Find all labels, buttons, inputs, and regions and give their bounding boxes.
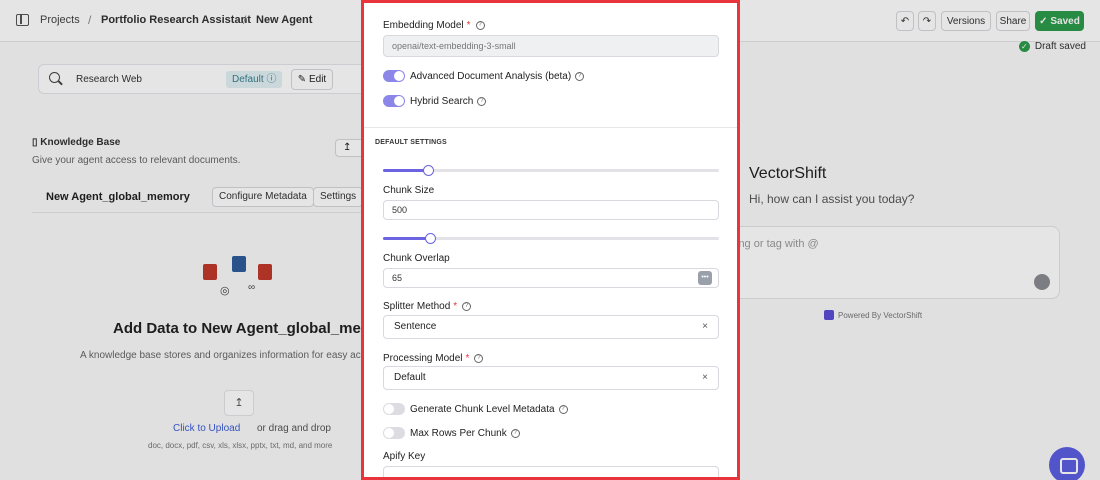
chunk-overlap-value: 65 [392, 273, 403, 283]
generate-chunk-metadata-text: Generate Chunk Level Metadata [410, 404, 555, 415]
info-icon[interactable]: ? [474, 354, 484, 363]
max-rows-per-chunk-text: Max Rows Per Chunk [410, 428, 507, 439]
generate-chunk-metadata-label: Generate Chunk Level Metadata ? [410, 404, 568, 415]
chunk-overlap-slider-thumb[interactable] [425, 233, 437, 244]
processing-model-label-text: Processing Model [383, 353, 463, 364]
embedding-model-field: openai/text-embedding-3-small [383, 35, 719, 57]
processing-model-select[interactable]: Default × [383, 366, 719, 390]
advanced-doc-analysis-text: Advanced Document Analysis (beta) [410, 71, 572, 82]
chunk-overlap-slider[interactable] [383, 233, 719, 244]
required-mark: * [465, 353, 470, 364]
section-divider [364, 127, 737, 128]
advanced-doc-analysis-label: Advanced Document Analysis (beta) ? [410, 71, 585, 82]
chunk-overlap-input[interactable]: 65 ••• [383, 268, 719, 288]
chunk-size-slider-fill [383, 169, 429, 172]
splitter-method-label: Splitter Method * ? [383, 301, 472, 312]
chunk-size-label: Chunk Size [383, 185, 435, 196]
chunk-size-slider[interactable] [383, 165, 719, 176]
embedding-model-label: Embedding Model * ? [383, 20, 485, 31]
required-mark: * [466, 20, 471, 31]
info-icon[interactable]: ? [575, 72, 585, 81]
apify-key-input[interactable] [383, 466, 719, 477]
hybrid-search-toggle[interactable] [383, 95, 405, 107]
chunk-overlap-label: Chunk Overlap [383, 253, 450, 264]
generate-chunk-metadata-toggle[interactable] [383, 403, 405, 415]
clear-icon[interactable]: × [702, 316, 708, 338]
chunk-size-slider-thumb[interactable] [423, 165, 435, 176]
info-icon[interactable]: ? [558, 405, 568, 414]
clear-icon[interactable]: × [702, 367, 708, 389]
apify-key-label: Apify Key [383, 451, 426, 462]
embedding-model-label-text: Embedding Model [383, 20, 464, 31]
info-icon[interactable]: ? [462, 302, 472, 311]
splitter-method-select[interactable]: Sentence × [383, 315, 719, 339]
splitter-method-value: Sentence [394, 321, 437, 332]
more-options-icon[interactable]: ••• [698, 271, 712, 285]
splitter-method-label-text: Splitter Method [383, 301, 451, 312]
kb-settings-modal: Embedding Model * ? openai/text-embeddin… [361, 0, 740, 480]
default-settings-title: DEFAULT SETTINGS [375, 139, 447, 146]
hybrid-search-text: Hybrid Search [410, 96, 474, 107]
info-icon[interactable]: ? [510, 429, 520, 438]
info-icon[interactable]: ? [477, 97, 487, 106]
chunk-overlap-slider-fill [383, 237, 431, 240]
hybrid-search-label: Hybrid Search ? [410, 96, 487, 107]
info-icon[interactable]: ? [475, 21, 485, 30]
advanced-doc-analysis-toggle[interactable] [383, 70, 405, 82]
max-rows-per-chunk-toggle[interactable] [383, 427, 405, 439]
processing-model-label: Processing Model * ? [383, 353, 484, 364]
processing-model-value: Default [394, 372, 426, 383]
chunk-size-input[interactable]: 500 [383, 200, 719, 220]
required-mark: * [453, 301, 458, 312]
max-rows-per-chunk-label: Max Rows Per Chunk ? [410, 428, 520, 439]
